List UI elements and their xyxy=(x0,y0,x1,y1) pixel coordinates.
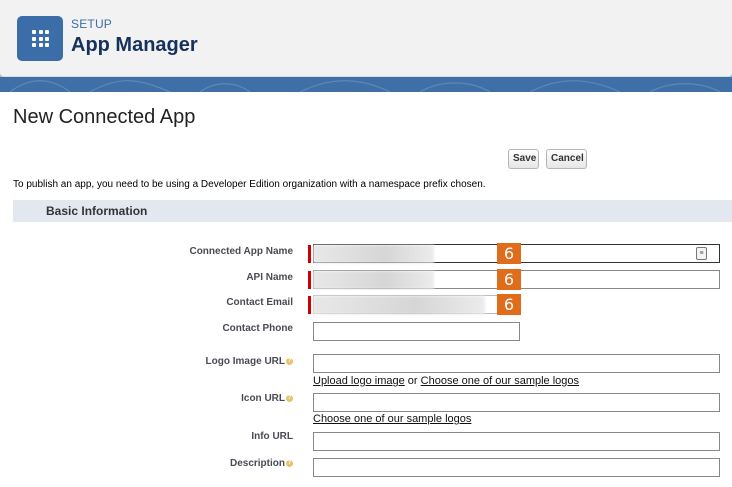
logo-image-url-label-text: Logo Image URL xyxy=(205,356,285,367)
header-decorative-pattern xyxy=(0,77,732,92)
icon-url-input[interactable] xyxy=(313,393,720,412)
info-url-input[interactable] xyxy=(313,432,720,451)
cancel-button[interactable]: Cancel xyxy=(546,149,587,169)
setup-header: SETUP App Manager xyxy=(0,0,732,92)
setup-label: SETUP xyxy=(71,17,113,31)
sample-logos-link[interactable]: Choose one of our sample logos xyxy=(421,375,579,387)
section-header-basic-information: Basic Information xyxy=(13,200,732,222)
description-label: Description? xyxy=(93,458,293,469)
logo-image-url-label: Logo Image URL? xyxy=(93,356,293,367)
annotation-badge: 6 xyxy=(497,294,521,315)
description-input[interactable] xyxy=(313,458,720,477)
header-card: SETUP App Manager xyxy=(0,0,732,77)
logo-links: Upload logo image or Choose one of our s… xyxy=(313,375,579,387)
app-launcher-grid-icon[interactable] xyxy=(17,16,63,61)
description-label-text: Description xyxy=(229,458,285,469)
contact-email-label: Contact Email xyxy=(226,297,293,308)
intro-text: To publish an app, you need to be using … xyxy=(13,179,486,190)
required-indicator xyxy=(308,245,311,263)
app-manager-title: App Manager xyxy=(71,34,198,56)
main-content: New Connected App Save Cancel To publish… xyxy=(0,92,732,487)
annotation-badge: 6 xyxy=(497,269,521,290)
connected-app-name-label: Connected App Name xyxy=(189,246,293,257)
contact-phone-input[interactable] xyxy=(313,322,520,341)
page-title: New Connected App xyxy=(13,106,196,128)
required-indicator xyxy=(308,296,311,314)
section-title: Basic Information xyxy=(46,204,148,218)
help-icon[interactable]: ? xyxy=(286,357,293,365)
field-lock-icon[interactable]: ≡ xyxy=(696,247,707,260)
help-icon[interactable]: ? xyxy=(286,394,293,402)
redacted-value xyxy=(313,245,434,263)
upload-logo-link[interactable]: Upload logo image xyxy=(313,375,405,387)
sample-icon-logos-link[interactable]: Choose one of our sample logos xyxy=(313,413,471,425)
logo-image-url-input[interactable] xyxy=(313,354,720,373)
save-button[interactable]: Save xyxy=(508,149,539,169)
icon-url-label-text: Icon URL xyxy=(241,393,285,404)
or-text: or xyxy=(407,375,418,387)
contact-phone-label: Contact Phone xyxy=(222,323,293,334)
help-icon[interactable]: ? xyxy=(286,459,293,467)
annotation-badge: 6 xyxy=(497,243,521,264)
required-indicator xyxy=(308,271,311,289)
icon-url-label: Icon URL? xyxy=(93,393,293,404)
api-name-label: API Name xyxy=(246,272,293,283)
info-url-label: Info URL xyxy=(251,431,293,442)
redacted-value xyxy=(313,271,434,289)
icon-links: Choose one of our sample logos xyxy=(313,413,471,425)
redacted-value xyxy=(313,296,485,314)
